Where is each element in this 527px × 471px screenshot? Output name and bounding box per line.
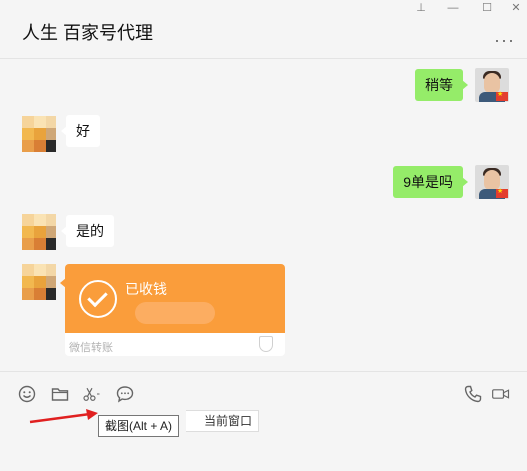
tooltip-secondary: 当前窗口 [186,410,260,432]
flag-icon [496,187,508,198]
video-call-icon[interactable] [491,384,515,404]
close-button[interactable]: ✕ [505,1,527,15]
message-bubble-incoming[interactable]: 是的 [61,215,114,247]
emoji-icon[interactable] [17,384,37,404]
shield-icon [259,336,273,352]
chat-area: 稍等 好 9单是吗 是的 [0,59,527,371]
avatar-contact[interactable] [22,264,56,302]
title-bar: 人生 百家号代理 ⊥ — ☐ ✕ ··· [0,0,527,59]
message-bubble-incoming[interactable]: 好 [61,115,100,147]
chat-history-icon[interactable] [115,384,135,404]
phone-icon[interactable] [463,384,483,404]
avatar-self[interactable] [475,165,509,199]
scissors-icon[interactable] [82,384,106,404]
transfer-card[interactable]: 已收钱 微信转账 [65,264,285,356]
blurred-amount [135,302,215,324]
flag-icon [496,90,508,101]
more-options-icon[interactable]: ··· [494,30,515,51]
annotation-arrow-icon [29,409,98,424]
avatar-contact[interactable] [22,214,56,252]
transfer-status: 已收钱 [125,281,167,297]
maximize-button[interactable]: ☐ [476,1,498,15]
chat-title: 人生 百家号代理 [22,23,154,43]
message-bubble-outgoing[interactable]: 9单是吗 [393,166,468,198]
pin-icon[interactable]: ⊥ [410,1,432,15]
avatar-contact[interactable] [22,116,56,154]
message-bubble-outgoing[interactable]: 稍等 [415,69,468,101]
folder-icon[interactable] [50,384,70,404]
minimize-button[interactable]: — [442,1,464,15]
transfer-footer: 微信转账 [69,342,113,354]
check-circle-icon [79,280,117,318]
avatar-self[interactable] [475,68,509,102]
screenshot-tooltip: 截图(Alt + A) [98,415,180,437]
